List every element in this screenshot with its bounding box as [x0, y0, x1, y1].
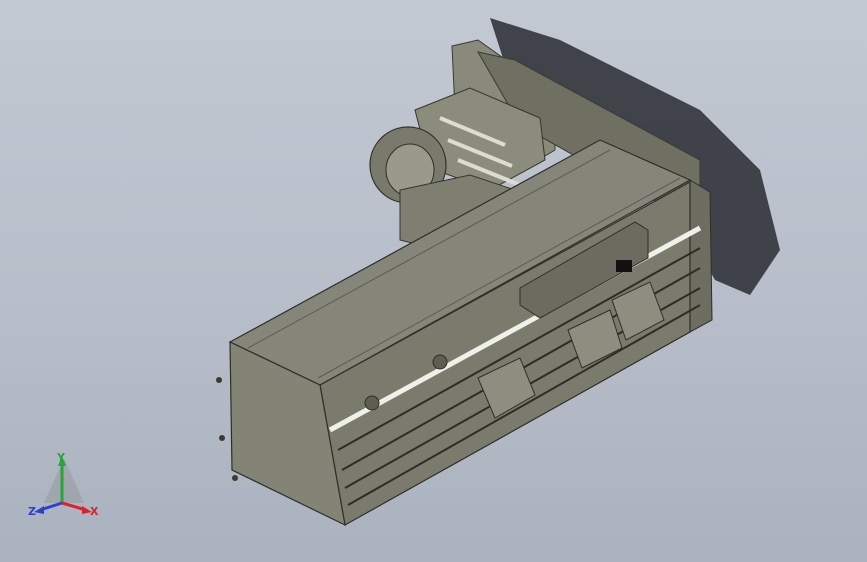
top-hole	[432, 354, 448, 370]
z-axis-label: Z	[28, 505, 36, 518]
y-axis-label: Y	[57, 451, 65, 464]
endcap-hole	[216, 377, 222, 383]
3d-viewport[interactable]: Y X Z	[0, 0, 867, 562]
endcap-hole	[219, 435, 225, 441]
x-axis-label: X	[90, 505, 99, 518]
top-hole	[364, 395, 380, 411]
endcap-hole	[232, 475, 238, 481]
carriage-indicator	[616, 260, 632, 272]
model-view[interactable]	[0, 0, 867, 562]
